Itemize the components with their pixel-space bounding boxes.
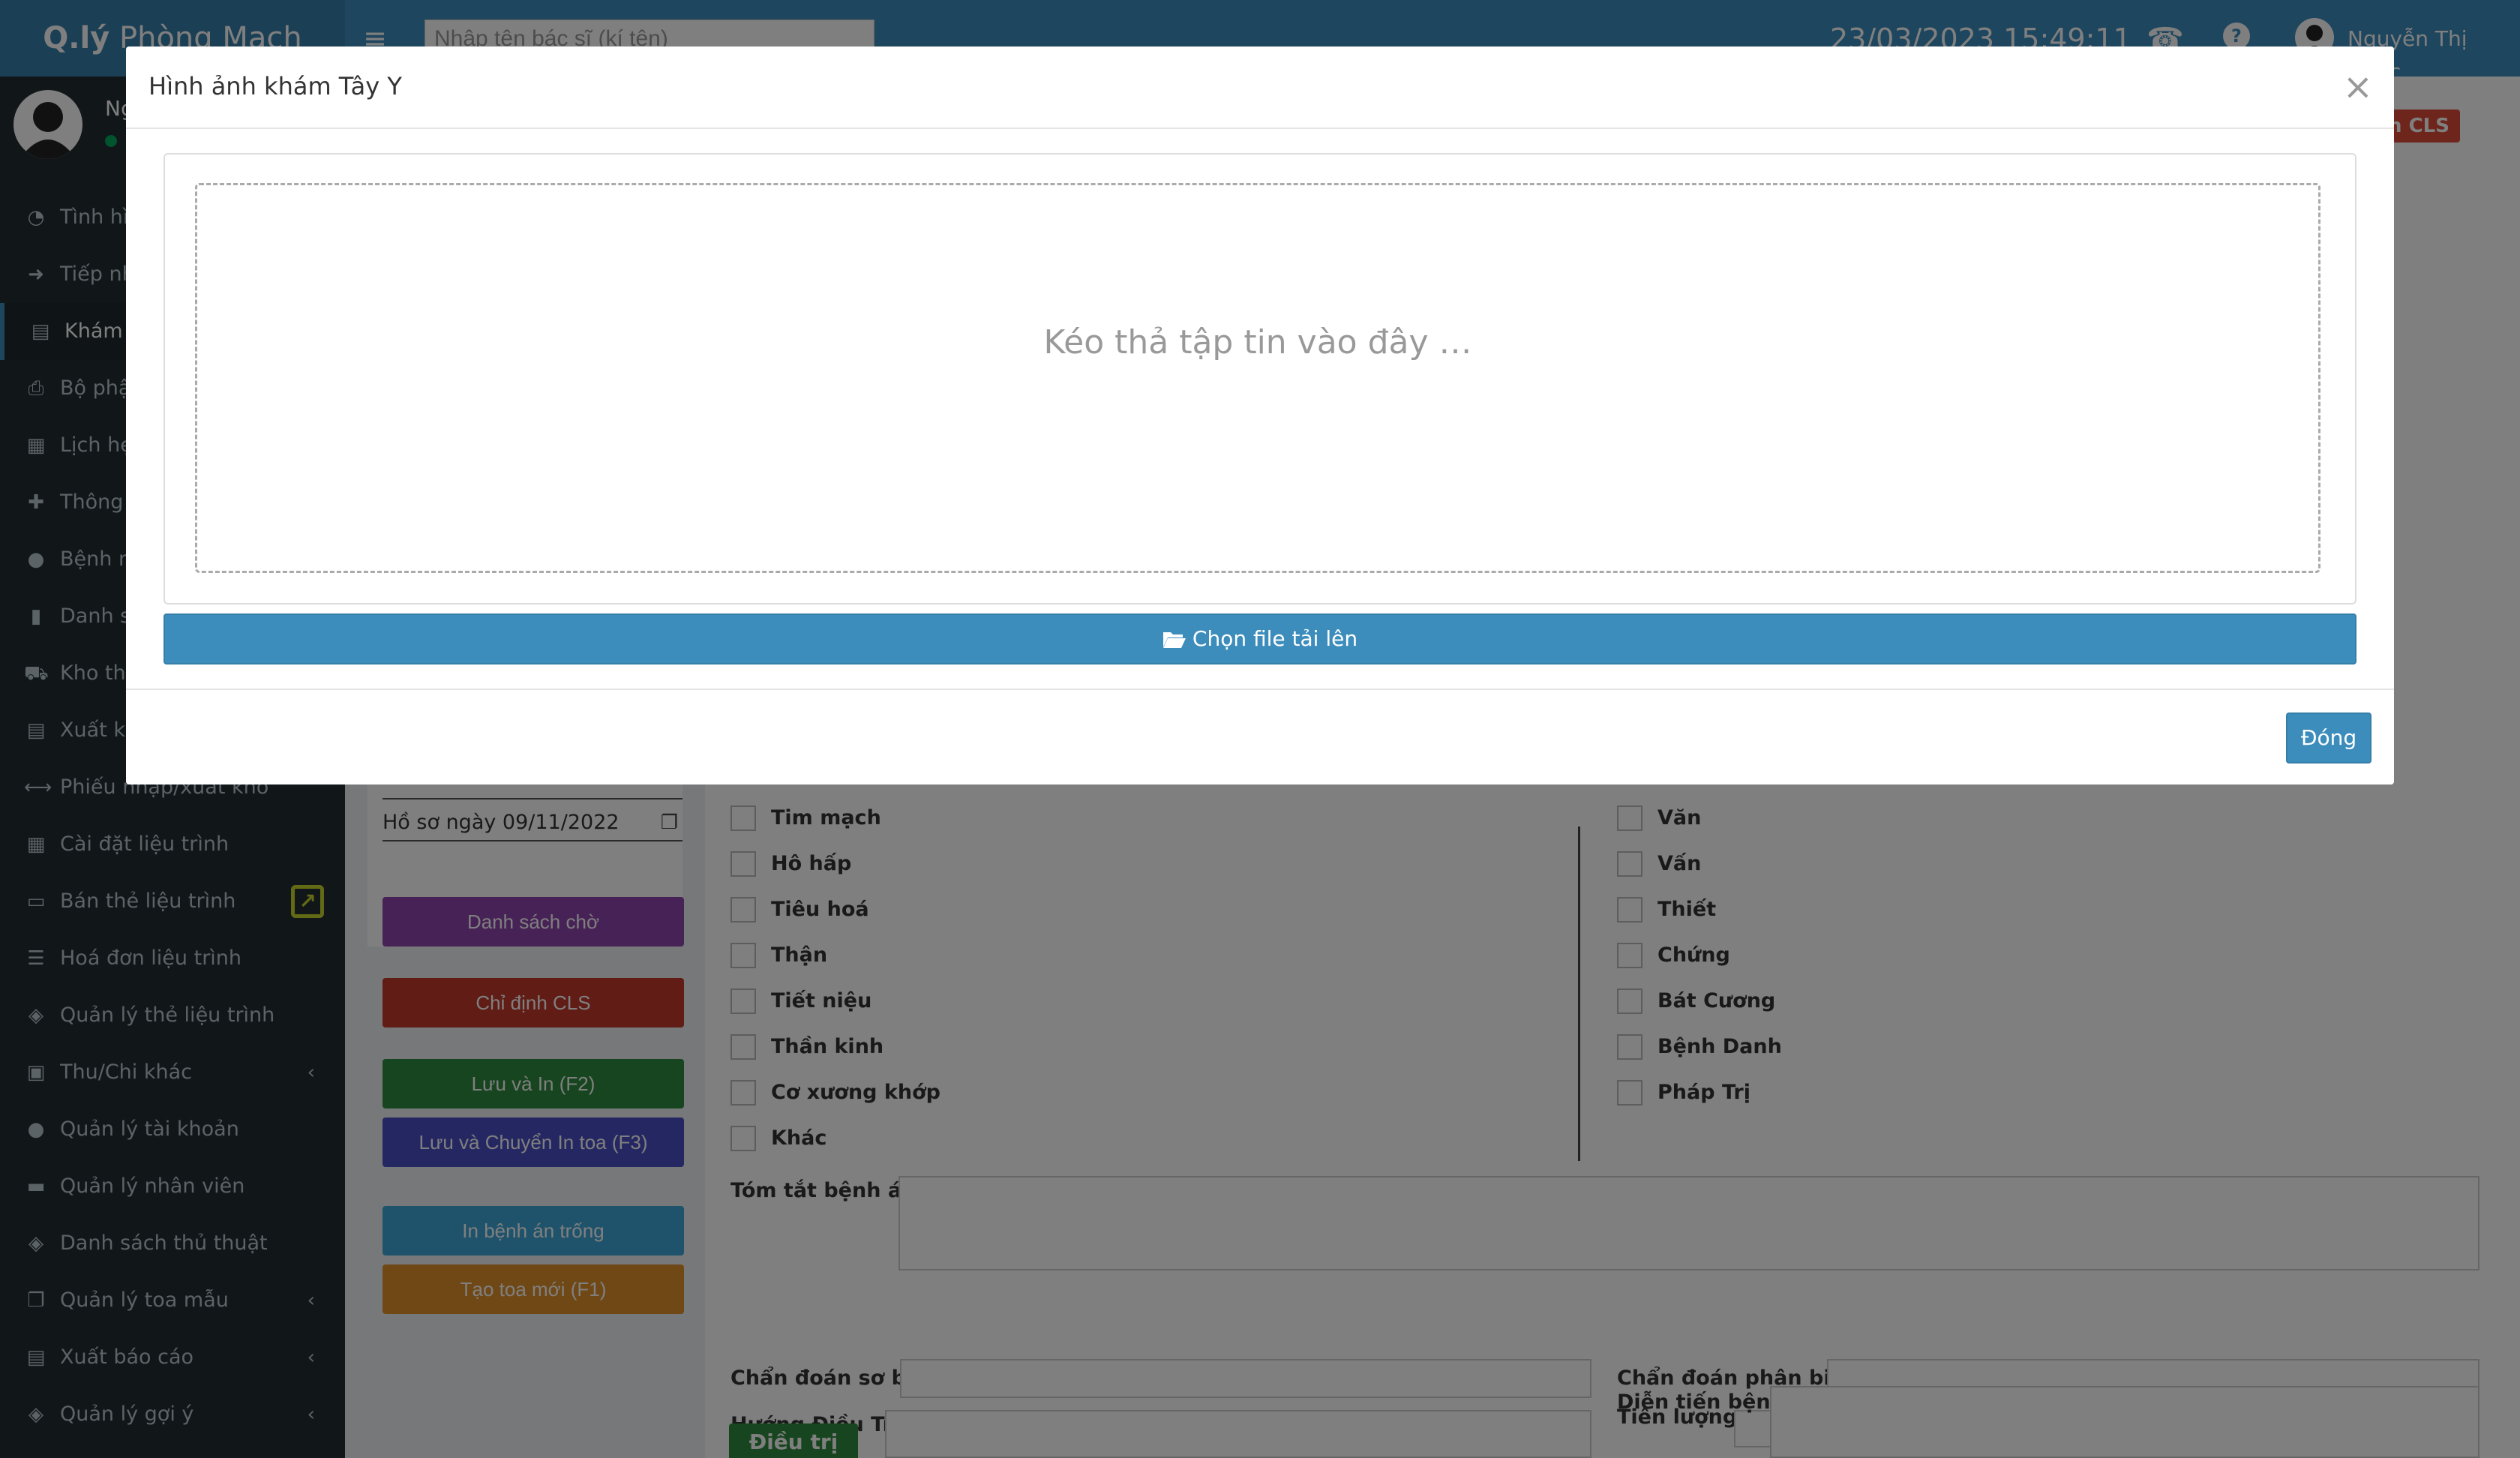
upload-modal: Hình ảnh khám Tây Y × Kéo thả tập tin và…: [126, 46, 2394, 784]
modal-title: Hình ảnh khám Tây Y: [148, 72, 402, 100]
file-drop-zone[interactable]: Kéo thả tập tin vào đây …: [195, 183, 2320, 573]
close-button[interactable]: Đóng: [2286, 712, 2372, 764]
modal-header: Hình ảnh khám Tây Y ×: [126, 46, 2394, 129]
modal-footer: Đóng: [126, 688, 2394, 784]
folder-open-icon: [1162, 615, 1186, 663]
upload-container: Kéo thả tập tin vào đây …: [164, 153, 2356, 604]
choose-file-button[interactable]: Chọn file tải lên: [164, 614, 2356, 664]
drop-zone-hint: Kéo thả tập tin vào đây …: [1043, 323, 1472, 362]
choose-file-label: Chọn file tải lên: [1192, 626, 1358, 651]
close-icon[interactable]: ×: [2343, 66, 2373, 108]
